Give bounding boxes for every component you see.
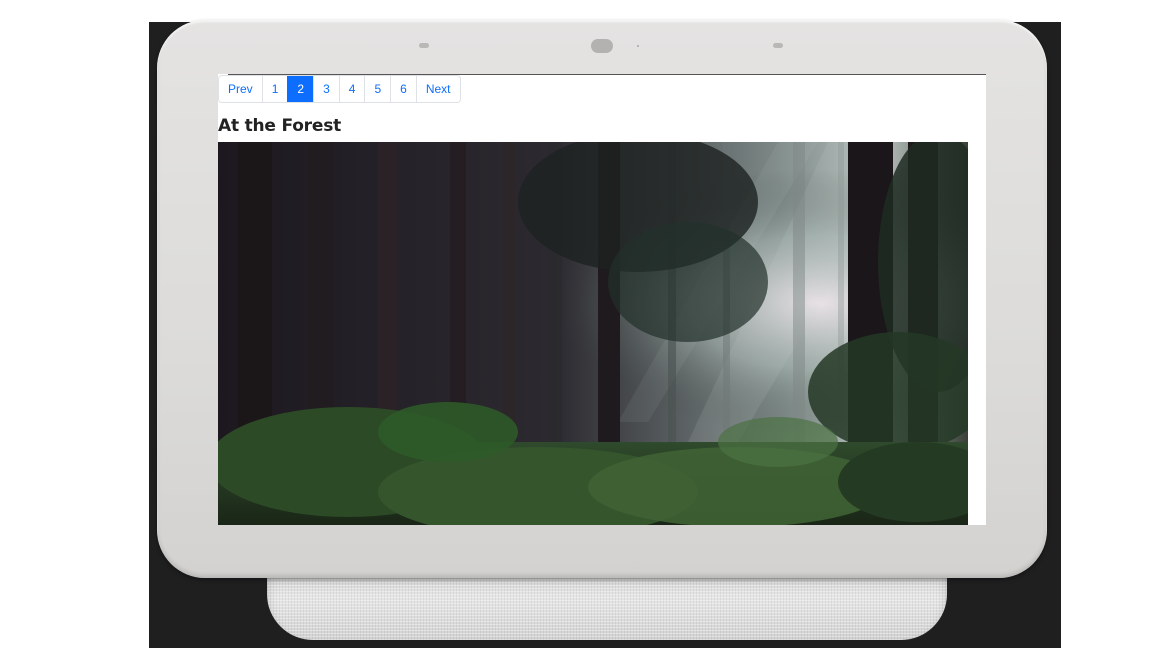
page-link-5[interactable]: 5 [364,76,390,102]
right-microphone-icon [773,43,783,48]
prev-page-link[interactable]: Prev [219,76,262,102]
page-title: At the Forest [218,116,342,136]
speaker-base [267,568,947,640]
device-mockup: Prev 1 2 3 4 5 6 Next At the Forest [0,0,1152,648]
page-link-1[interactable]: 1 [261,76,288,102]
indicator-dot-icon [637,45,639,47]
next-page-link[interactable]: Next [415,76,460,102]
ambient-sensor-icon [591,39,613,53]
page-link-4[interactable]: 4 [338,76,365,102]
page-link-6[interactable]: 6 [390,76,416,102]
forest-photo [218,142,968,525]
page-link-3[interactable]: 3 [313,76,339,102]
device-screen: Prev 1 2 3 4 5 6 Next At the Forest [218,74,986,525]
left-microphone-icon [419,43,429,48]
page-link-2-active[interactable]: 2 [287,76,314,102]
pagination: Prev 1 2 3 4 5 6 Next [218,75,461,103]
